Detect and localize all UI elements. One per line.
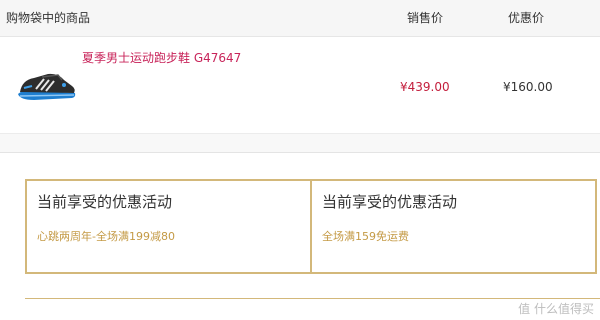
- watermark-text: 值 什么值得买: [518, 302, 594, 316]
- promotion-box: 当前享受的优惠活动 全场满159免运费: [310, 179, 597, 274]
- watermark: 值 什么值得买: [518, 302, 594, 316]
- items-column-header: 购物袋中的商品: [6, 11, 91, 25]
- sale-price-column-header: 销售价: [407, 11, 444, 25]
- shopping-bag-page: 购物袋中的商品 销售价 优惠价 夏季男士运动跑步鞋 G47647 ¥439.00…: [0, 0, 600, 320]
- discount-price: ¥160.00: [503, 80, 553, 94]
- sale-price: ¥439.00: [400, 80, 450, 94]
- promotion-detail: 全场满159免运费: [322, 230, 409, 243]
- promotion-detail: 心跳两周年-全场满199减80: [37, 230, 175, 243]
- bottom-divider: [25, 298, 600, 299]
- promotion-title: 当前享受的优惠活动: [322, 193, 458, 211]
- product-row: 夏季男士运动跑步鞋 G47647 ¥439.00 ¥160.00: [0, 37, 600, 134]
- promotion-box: 当前享受的优惠活动 心跳两周年-全场满199减80: [25, 179, 312, 274]
- discount-price-column-header: 优惠价: [508, 11, 545, 25]
- section-divider: [0, 134, 600, 153]
- table-header: 购物袋中的商品 销售价 优惠价: [0, 0, 600, 37]
- promotion-title: 当前享受的优惠活动: [37, 193, 173, 211]
- product-name-link[interactable]: 夏季男士运动跑步鞋 G47647: [82, 51, 241, 65]
- running-shoe-icon[interactable]: [14, 64, 78, 104]
